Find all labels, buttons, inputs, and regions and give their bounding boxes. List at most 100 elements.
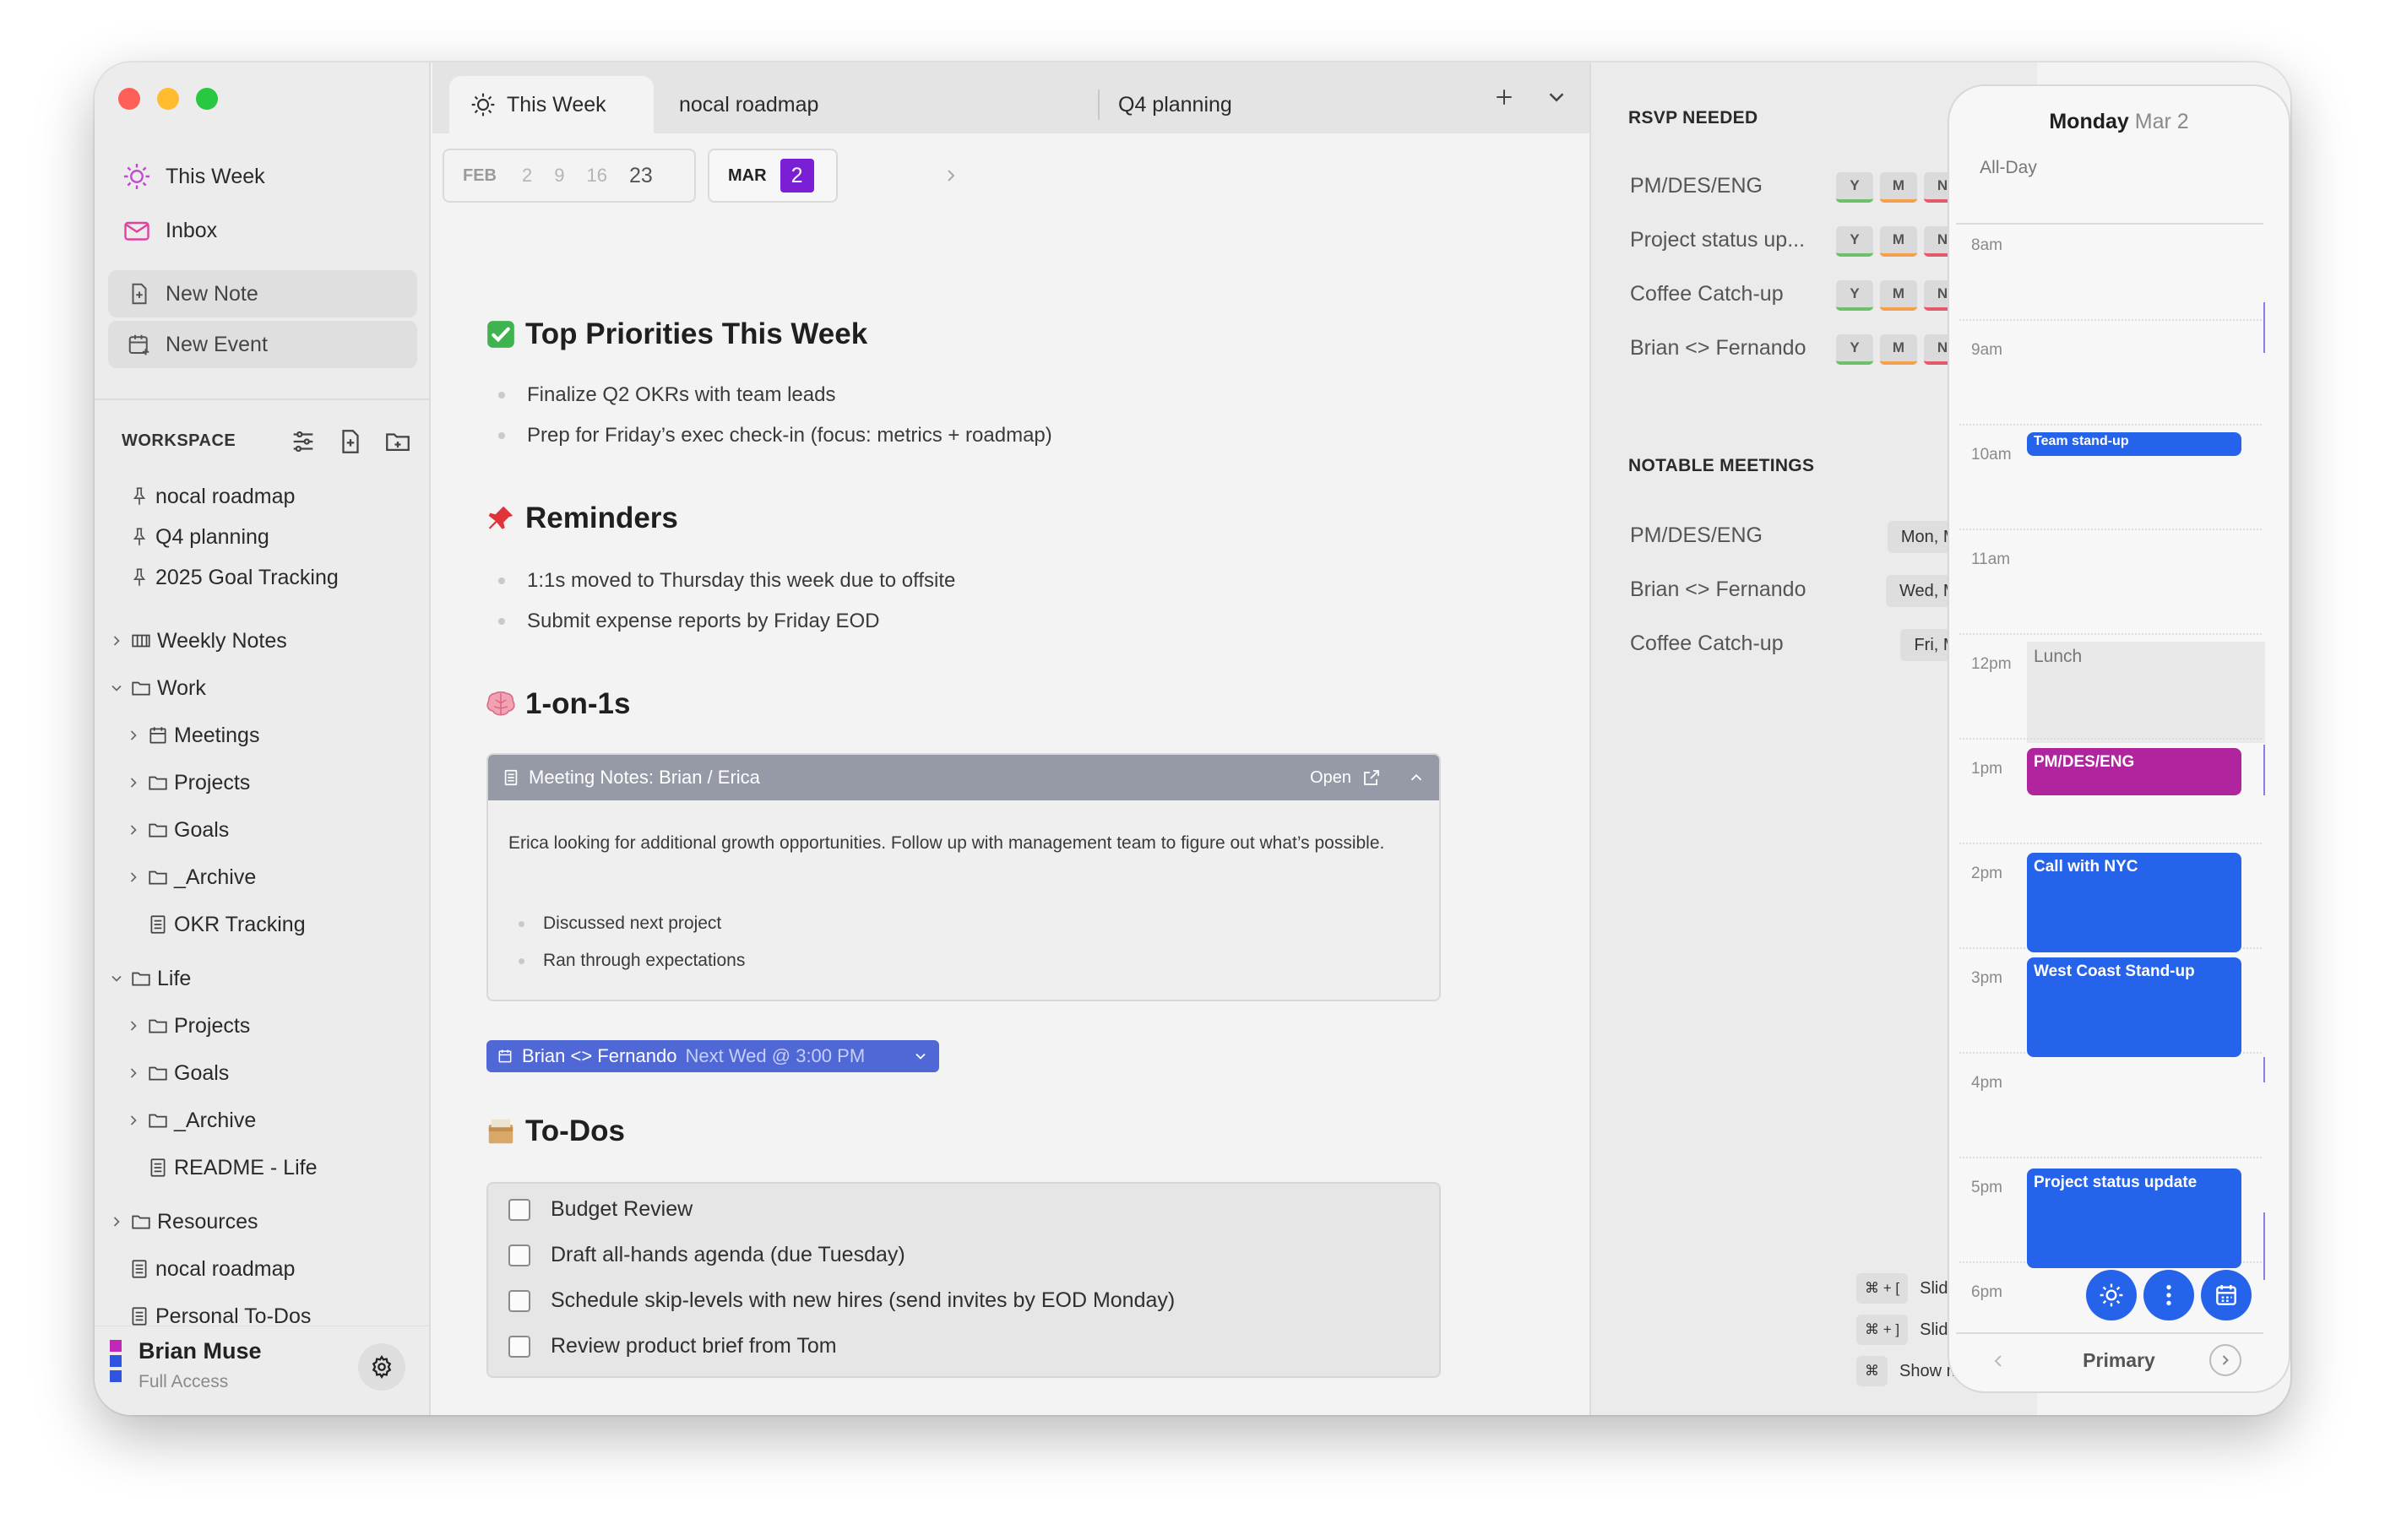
rsvp-maybe-button[interactable]: M xyxy=(1880,226,1917,257)
calendar-event[interactable]: Project status update xyxy=(2027,1169,2241,1268)
rsvp-yes-button[interactable]: Y xyxy=(1836,226,1873,257)
notable-event-name[interactable]: Coffee Catch-up xyxy=(1630,632,1784,656)
tree-item-readme[interactable]: README - Life xyxy=(147,1151,317,1185)
tree-item-nocal-roadmap[interactable]: nocal roadmap xyxy=(128,1252,295,1286)
rsvp-maybe-button[interactable]: M xyxy=(1880,280,1917,311)
week-day[interactable]: 23 xyxy=(629,164,653,188)
new-note-icon xyxy=(132,283,147,305)
event-chip[interactable]: Brian <> Fernando Next Wed @ 3:00 PM xyxy=(486,1040,939,1072)
calendar-view-button[interactable] xyxy=(2201,1270,2252,1320)
rsvp-yes-button[interactable]: Y xyxy=(1836,172,1873,203)
rsvp-event-name[interactable]: PM/DES/ENG xyxy=(1630,174,1763,198)
todo-item[interactable]: Draft all-hands agenda (due Tuesday) xyxy=(508,1243,905,1267)
user-name[interactable]: Brian Muse xyxy=(139,1338,262,1364)
rsvp-event-name[interactable]: Brian <> Fernando xyxy=(1630,336,1806,361)
chevron-down-icon[interactable] xyxy=(912,1048,929,1065)
today-button[interactable] xyxy=(2086,1270,2137,1320)
calendar-event[interactable]: West Coast Stand-up xyxy=(2027,957,2241,1057)
lunch-block[interactable]: Lunch xyxy=(2027,642,2265,743)
bullet xyxy=(519,957,524,964)
tree-item-projects[interactable]: Projects xyxy=(125,766,250,800)
add-tab-icon[interactable] xyxy=(1491,84,1517,110)
chevron-right-icon[interactable] xyxy=(108,1213,125,1230)
todo-checkbox[interactable] xyxy=(508,1289,530,1312)
tree-item-life[interactable]: Life xyxy=(108,962,191,995)
chevron-right-icon[interactable] xyxy=(125,822,142,838)
tab-nocal-roadmap[interactable]: nocal roadmap xyxy=(679,76,818,133)
chevron-right-icon[interactable] xyxy=(108,632,125,649)
notable-event-name[interactable]: Brian <> Fernando xyxy=(1630,578,1806,602)
tab-q4-planning[interactable]: Q4 planning xyxy=(1118,76,1232,133)
todo-checkbox[interactable] xyxy=(508,1335,530,1358)
chevron-right-icon[interactable] xyxy=(941,165,961,186)
chevron-right-icon[interactable] xyxy=(125,1065,142,1082)
chevron-right-icon[interactable] xyxy=(125,869,142,886)
tree-item-meetings[interactable]: Meetings xyxy=(125,718,259,752)
rsvp-event-name[interactable]: Project status up... xyxy=(1630,228,1805,252)
filter-settings-icon[interactable] xyxy=(289,427,318,456)
week-day[interactable]: 16 xyxy=(587,165,607,187)
week-day[interactable]: 9 xyxy=(554,165,564,187)
tree-item-work[interactable]: Work xyxy=(108,671,206,705)
external-link-icon[interactable] xyxy=(1361,767,1382,788)
tree-item-resources[interactable]: Resources xyxy=(108,1205,258,1239)
tree-item-life-archive[interactable]: _Archive xyxy=(125,1103,256,1137)
close-window-button[interactable] xyxy=(118,88,140,110)
settings-button[interactable] xyxy=(358,1343,405,1391)
todo-item[interactable]: Budget Review xyxy=(508,1197,693,1222)
new-file-icon[interactable] xyxy=(336,427,365,456)
pinned-item[interactable]: Q4 planning xyxy=(128,520,269,554)
todo-item[interactable]: Review product brief from Tom xyxy=(508,1334,837,1358)
rsvp-maybe-button[interactable]: M xyxy=(1880,172,1917,203)
more-button[interactable] xyxy=(2143,1270,2194,1320)
chevron-up-icon[interactable] xyxy=(1407,768,1426,787)
week-day[interactable]: 2 xyxy=(522,165,532,187)
zoom-window-button[interactable] xyxy=(196,88,218,110)
chevron-down-icon[interactable] xyxy=(1544,84,1569,110)
tree-item-life-projects[interactable]: Projects xyxy=(125,1009,250,1043)
card-header[interactable]: Meeting Notes: Brian / Erica Open xyxy=(488,755,1439,800)
notable-event-name[interactable]: PM/DES/ENG xyxy=(1630,523,1763,548)
tree-label: _Archive xyxy=(174,865,257,889)
nav-this-week[interactable]: This Week xyxy=(122,155,265,198)
chevron-right-icon[interactable] xyxy=(125,774,142,791)
tree-item-life-goals[interactable]: Goals xyxy=(125,1056,229,1090)
list-item: Finalize Q2 OKRs with team leads xyxy=(498,383,835,407)
tree-item-goals[interactable]: Goals xyxy=(125,813,229,847)
nav-inbox[interactable]: Inbox xyxy=(122,209,217,252)
tree-item-okr-tracking[interactable]: OKR Tracking xyxy=(147,908,306,941)
selected-week-day[interactable]: 2 xyxy=(780,159,814,192)
tree-item-archive[interactable]: _Archive xyxy=(125,860,256,894)
calendar-event[interactable]: Team stand-up xyxy=(2027,432,2241,456)
tree-label: Meetings xyxy=(174,723,260,747)
shortcut-keys: ⌘ + ] xyxy=(1856,1315,1909,1345)
next-calendar-button[interactable] xyxy=(2209,1344,2241,1376)
chevron-right-icon[interactable] xyxy=(125,1017,142,1034)
chevron-down-icon[interactable] xyxy=(108,970,125,987)
chevron-right-icon[interactable] xyxy=(125,1112,142,1129)
chevron-down-icon[interactable] xyxy=(108,680,125,697)
tab-this-week[interactable]: This Week xyxy=(449,76,654,133)
tree-item-weekly-notes[interactable]: Weekly Notes xyxy=(108,624,287,658)
pinned-item[interactable]: 2025 Goal Tracking xyxy=(128,561,339,594)
rsvp-event-name[interactable]: Coffee Catch-up xyxy=(1630,282,1784,306)
todo-checkbox[interactable] xyxy=(508,1198,530,1221)
timeline-marker xyxy=(2263,1212,2265,1280)
sun-icon xyxy=(124,164,149,189)
rsvp-maybe-button[interactable]: M xyxy=(1880,334,1917,365)
todo-item[interactable]: Schedule skip-levels with new hires (sen… xyxy=(508,1288,1175,1313)
new-note-button[interactable]: New Note xyxy=(108,270,417,317)
minimize-window-button[interactable] xyxy=(157,88,179,110)
shortcut-keys: ⌘ xyxy=(1856,1356,1888,1386)
open-link[interactable]: Open xyxy=(1310,768,1351,788)
calendar-event[interactable]: PM/DES/ENG xyxy=(2027,748,2241,795)
chevron-right-icon[interactable] xyxy=(125,727,142,744)
new-folder-icon[interactable] xyxy=(383,427,412,456)
check-mark-icon xyxy=(487,321,514,348)
todo-checkbox[interactable] xyxy=(508,1244,530,1266)
calendar-event[interactable]: Call with NYC xyxy=(2027,853,2241,952)
pinned-item[interactable]: nocal roadmap xyxy=(128,480,295,513)
rsvp-yes-button[interactable]: Y xyxy=(1836,334,1873,365)
rsvp-yes-button[interactable]: Y xyxy=(1836,280,1873,311)
new-event-button[interactable]: New Event xyxy=(108,321,417,368)
